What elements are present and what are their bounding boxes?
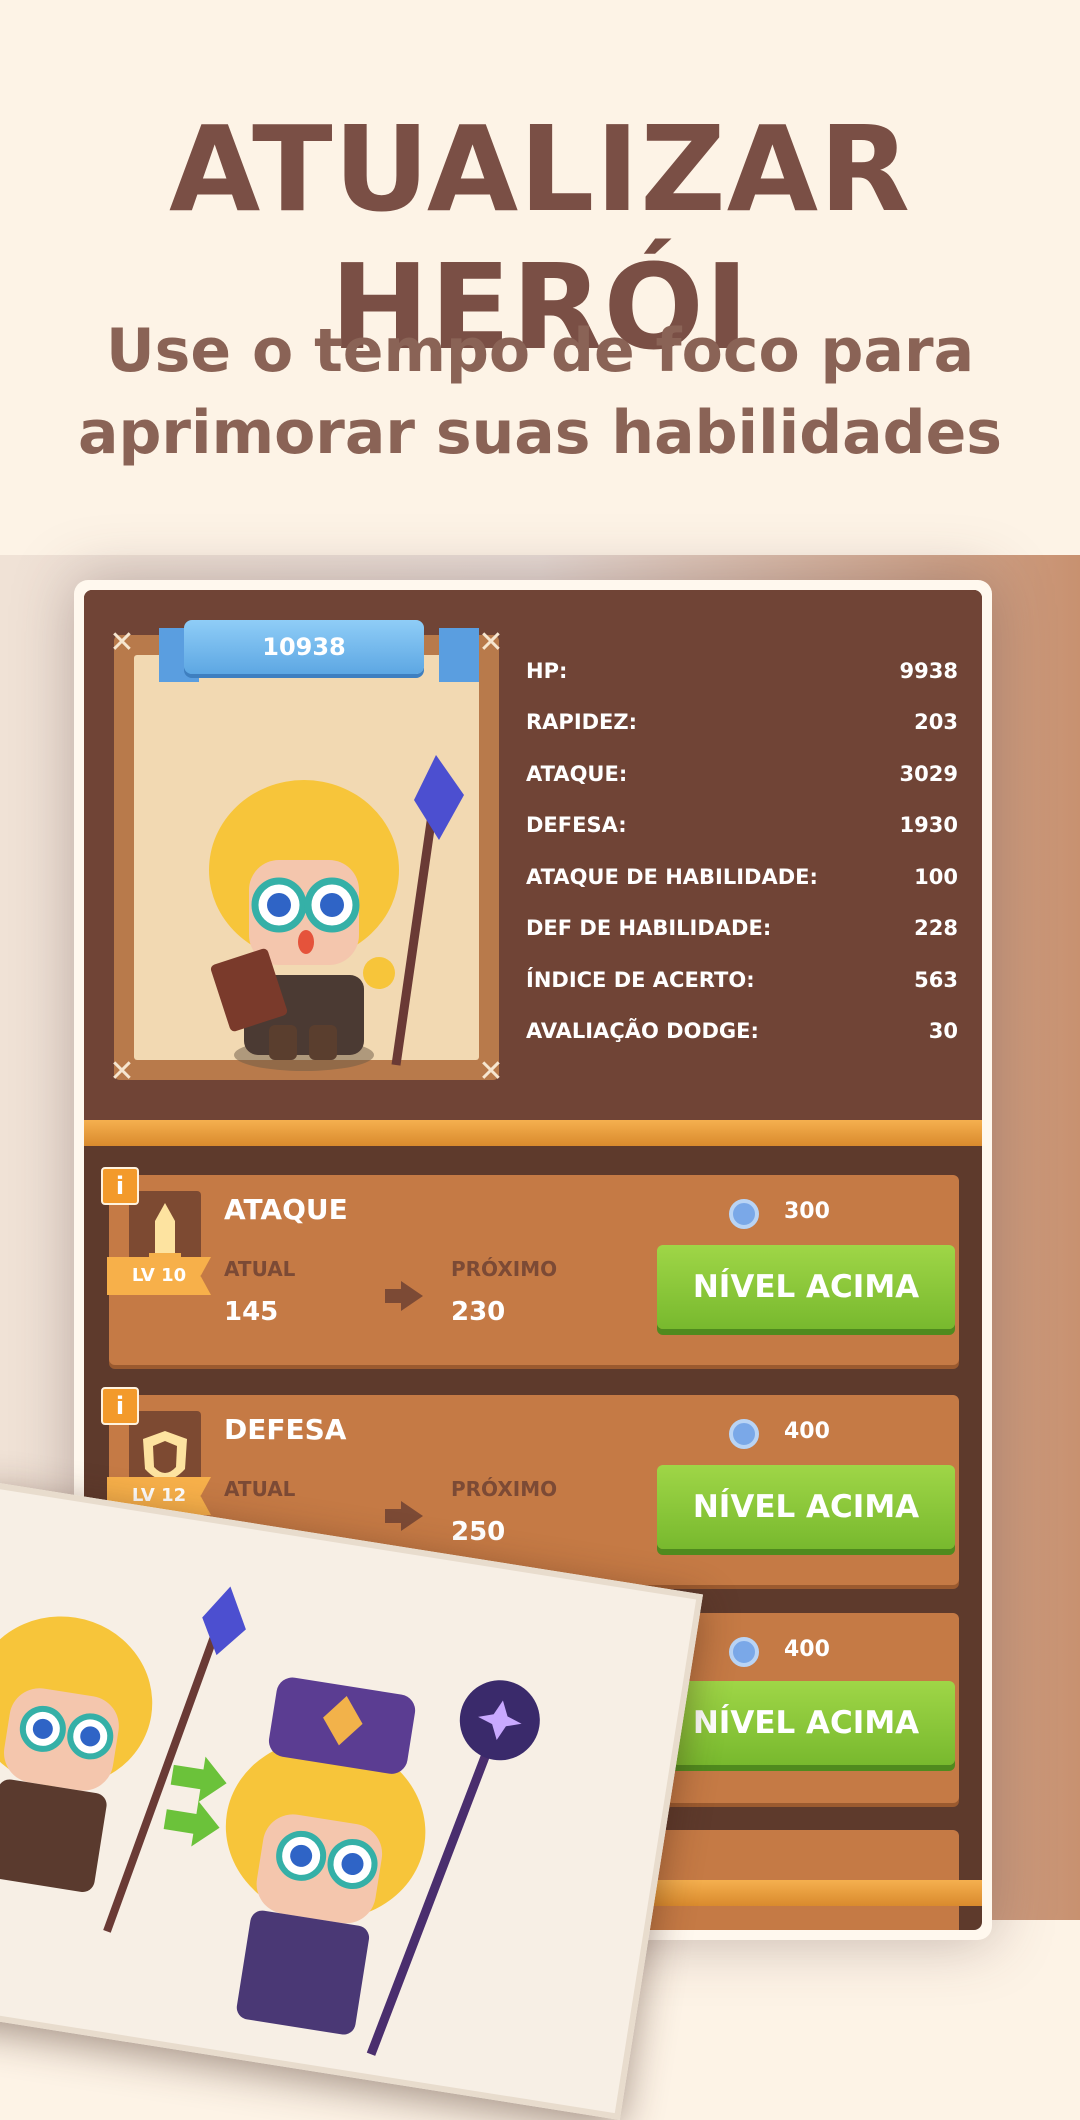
stat-row-attack: ATAQUE: 3029 — [526, 748, 958, 800]
ribbon-right-tail — [439, 628, 479, 682]
frame-corner-icon: ✕ — [478, 625, 504, 660]
stat-label: HP: — [526, 658, 568, 683]
stat-row-speed: RAPIDEZ: 203 — [526, 697, 958, 749]
level-up-button[interactable]: NÍVEL ACIMA — [657, 1681, 955, 1765]
subtitle-line-2: aprimorar suas habilidades — [77, 398, 1003, 468]
next-value: 230 — [451, 1297, 506, 1327]
hero-portrait-frame: ✕ ✕ ✕ ✕ — [109, 628, 503, 1087]
hero-stats-list: HP: 9938 RAPIDEZ: 203 ATAQUE: 3029 DEFESA: 1… — [526, 645, 958, 1057]
stat-label: ÍNDICE DE ACERTO: — [526, 967, 755, 992]
arrow-right-icon — [401, 1281, 423, 1311]
stat-value: 563 — [914, 967, 958, 992]
level-up-button[interactable]: NÍVEL ACIMA — [657, 1245, 955, 1329]
stat-value: 3029 — [899, 761, 958, 786]
level-up-button[interactable]: NÍVEL ACIMA — [657, 1465, 955, 1549]
stat-value: 203 — [914, 710, 958, 735]
upgrade-cost: 300 — [784, 1199, 830, 1224]
frame-corner-icon: ✕ — [109, 1054, 135, 1089]
stat-value: 30 — [928, 1019, 958, 1044]
stat-label: ATAQUE DE HABILIDADE: — [526, 864, 818, 889]
frame-corner-icon: ✕ — [478, 1054, 504, 1089]
stat-row-skill-defense: DEF DE HABILIDADE: 228 — [526, 903, 958, 955]
stat-value: 228 — [914, 916, 958, 941]
arrow-right-icon — [401, 1501, 423, 1531]
next-label: PRÓXIMO — [451, 1257, 558, 1281]
stat-value: 9938 — [899, 658, 958, 683]
level-badge: LV 10 — [107, 1257, 211, 1295]
upgrade-title: DEFESA — [224, 1413, 347, 1446]
stat-row-defense: DEFESA: 1930 — [526, 800, 958, 852]
stat-label: DEF DE HABILIDADE: — [526, 916, 772, 941]
stat-label: RAPIDEZ: — [526, 710, 638, 735]
current-label: ATUAL — [224, 1257, 296, 1281]
stat-label: AVALIAÇÃO DODGE: — [526, 1019, 759, 1044]
next-value: 250 — [451, 1517, 506, 1547]
hero-summary: ✕ ✕ ✕ ✕ 10938 HP: 9938 RAPIDEZ: 203 ATAQ… — [84, 590, 982, 1120]
coin-icon — [729, 1637, 759, 1667]
hero-power-badge: 10938 — [184, 620, 424, 674]
stat-row-dodge: AVALIAÇÃO DODGE: 30 — [526, 1006, 958, 1058]
current-value: 145 — [224, 1297, 279, 1327]
upgrade-card-attack: LV 10 i ATAQUE ATUAL 145 PRÓXIMO 230 300… — [101, 1167, 959, 1365]
next-label: PRÓXIMO — [451, 1477, 558, 1501]
upgrade-cost: 400 — [784, 1419, 830, 1444]
coin-icon — [729, 1199, 759, 1229]
info-icon[interactable]: i — [101, 1167, 139, 1205]
stat-row-hp: HP: 9938 — [526, 645, 958, 697]
frame-corner-icon: ✕ — [109, 625, 135, 660]
coin-icon — [729, 1419, 759, 1449]
stat-value: 100 — [914, 864, 958, 889]
current-label: ATUAL — [224, 1477, 296, 1501]
upgrade-title: ATAQUE — [224, 1193, 348, 1226]
hero-character-icon — [209, 755, 464, 1071]
info-icon[interactable]: i — [101, 1387, 139, 1425]
stat-label: DEFESA: — [526, 813, 627, 838]
stat-label: ATAQUE: — [526, 761, 628, 786]
hero-evolution-illustration — [0, 1586, 540, 2056]
subtitle-line-1: Use o tempo de foco para — [105, 316, 975, 386]
stat-row-hit-rate: ÍNDICE DE ACERTO: 563 — [526, 954, 958, 1006]
stat-row-skill-attack: ATAQUE DE HABILIDADE: 100 — [526, 851, 958, 903]
page-subtitle: Use o tempo de foco para aprimorar suas … — [0, 310, 1080, 474]
section-divider — [84, 1120, 982, 1146]
stat-value: 1930 — [899, 813, 958, 838]
upgrade-cost: 400 — [784, 1637, 830, 1662]
